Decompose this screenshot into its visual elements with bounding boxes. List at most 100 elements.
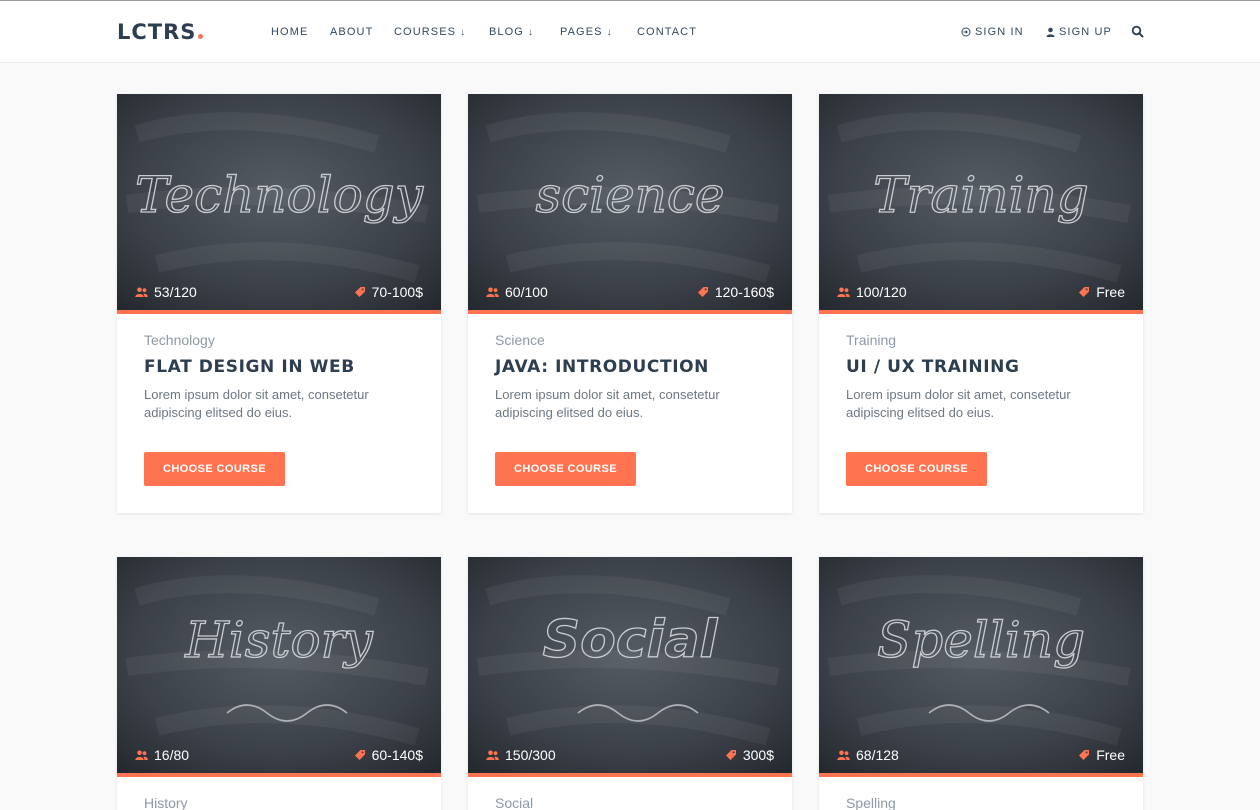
navbar: LCTRS HOME ABOUT COURSES ↓ BLOG ↓ PAGES ↓ C…	[0, 1, 1260, 63]
students-value: 60/100	[505, 284, 548, 300]
enrollment-count: 53/120	[135, 284, 197, 300]
students-icon	[486, 750, 499, 760]
board-word: History	[184, 611, 373, 669]
course-price: 60-140$	[354, 747, 423, 763]
course-description: Lorem ipsum dolor sit amet, consetetur a…	[495, 387, 720, 420]
nav-courses-label: COURSES	[394, 26, 457, 38]
sign-in-icon	[961, 27, 971, 37]
price-value: 70-100$	[371, 284, 423, 300]
choose-course-button[interactable]: CHOOSE COURSE	[846, 452, 987, 486]
course-image[interactable]: Spelling 68/128 Free	[819, 557, 1143, 777]
sign-in-label: SIGN IN	[975, 26, 1024, 38]
course-title[interactable]: FLAT DESIGN IN WEB	[144, 357, 414, 377]
enrollment-count: 68/128	[837, 747, 899, 763]
enrollment-count: 150/300	[486, 747, 556, 763]
board-word: Technology	[135, 166, 424, 224]
price-tag-icon	[1079, 287, 1090, 297]
choose-course-button[interactable]: CHOOSE COURSE	[144, 452, 285, 486]
price-tag-icon	[725, 750, 736, 760]
course-price: 70-100$	[354, 284, 423, 300]
chalkboard-image: Spelling	[819, 557, 1143, 773]
card-body: History	[117, 777, 441, 810]
sign-up-link[interactable]: SIGN UP	[1046, 26, 1112, 38]
course-card: Social 150/300 300$ Social	[468, 557, 792, 810]
course-category: Technology	[144, 332, 215, 348]
students-value: 53/120	[154, 284, 197, 300]
nav-home[interactable]: HOME	[271, 26, 308, 38]
students-value: 16/80	[154, 747, 190, 763]
course-card: History 16/80 60-140$ History	[117, 557, 441, 810]
students-icon	[135, 287, 148, 297]
course-card: Training 100/120 Free Training UI / UX T…	[819, 94, 1143, 513]
course-description: Lorem ipsum dolor sit amet, consetetur a…	[846, 387, 1071, 420]
nav-pages[interactable]: PAGES ↓	[560, 26, 613, 38]
course-image[interactable]: science 60/100 120-160$	[468, 94, 792, 314]
nav-blog[interactable]: BLOG ↓	[489, 26, 534, 38]
user-icon	[1046, 27, 1055, 37]
course-image[interactable]: History 16/80 60-140$	[117, 557, 441, 777]
course-title[interactable]: UI / UX TRAINING	[846, 357, 1116, 377]
nav-contact[interactable]: CONTACT	[637, 26, 697, 38]
chalkboard-image: science	[468, 94, 792, 310]
course-category: History	[144, 795, 188, 810]
students-value: 100/120	[856, 284, 907, 300]
price-value: Free	[1096, 284, 1125, 300]
price-value: 60-140$	[371, 747, 423, 763]
logo-text: LCTRS	[117, 20, 197, 44]
nav-blog-label: BLOG	[489, 26, 524, 38]
course-description: Lorem ipsum dolor sit amet, consetetur a…	[144, 387, 369, 420]
card-body: Technology FLAT DESIGN IN WEB Lorem ipsu…	[117, 314, 441, 513]
enrollment-count: 60/100	[486, 284, 548, 300]
students-value: 150/300	[505, 747, 556, 763]
course-card: science 60/100 120-160$ Science JAVA: IN…	[468, 94, 792, 513]
course-image[interactable]: Technology 53/120 70-100$	[117, 94, 441, 314]
course-image[interactable]: Social 150/300 300$	[468, 557, 792, 777]
chalkboard-image: Technology	[117, 94, 441, 310]
chalkboard-image: Training	[819, 94, 1143, 310]
arrow-down-icon: ↓	[606, 27, 613, 38]
enrollment-count: 16/80	[135, 747, 189, 763]
price-tag-icon	[697, 287, 708, 297]
course-category: Social	[495, 795, 534, 810]
course-category: Training	[846, 332, 897, 348]
students-icon	[837, 287, 850, 297]
course-image[interactable]: Training 100/120 Free	[819, 94, 1143, 314]
nav-pages-label: PAGES	[560, 26, 603, 38]
course-price: Free	[1078, 747, 1125, 763]
choose-course-button[interactable]: CHOOSE COURSE	[495, 452, 636, 486]
sign-up-label: SIGN UP	[1059, 26, 1112, 38]
card-body: Science JAVA: INTRODUCTION Lorem ipsum d…	[468, 314, 792, 513]
students-icon	[486, 287, 499, 297]
chalkboard-image: Social	[468, 557, 792, 773]
students-value: 68/128	[856, 747, 899, 763]
nav-about[interactable]: ABOUT	[330, 26, 373, 38]
price-value: 120-160$	[714, 284, 774, 300]
arrow-down-icon: ↓	[527, 27, 535, 38]
board-word: Spelling	[877, 611, 1085, 669]
nav-courses[interactable]: COURSES ↓	[394, 26, 466, 38]
arrow-down-icon: ↓	[460, 27, 467, 38]
logo-dot	[198, 34, 204, 39]
board-word: Social	[543, 610, 719, 670]
course-card: Technology 53/120 70-100$ Technology FLA…	[117, 94, 441, 513]
course-card: Spelling 68/128 Free Spelling	[819, 557, 1143, 810]
sign-in-link[interactable]: SIGN IN	[961, 26, 1024, 38]
board-word: Training	[873, 166, 1088, 224]
course-title[interactable]: JAVA: INTRODUCTION	[495, 357, 765, 377]
site-logo[interactable]: LCTRS	[117, 20, 204, 44]
card-body: Spelling	[819, 777, 1143, 810]
students-icon	[837, 750, 850, 760]
students-icon	[135, 750, 148, 760]
price-value: 300$	[742, 747, 774, 763]
course-category: Spelling	[846, 795, 896, 810]
price-tag-icon	[1079, 750, 1090, 760]
course-price: 120-160$	[697, 284, 774, 300]
card-body: Training UI / UX TRAINING Lorem ipsum do…	[819, 314, 1143, 513]
price-tag-icon	[354, 287, 365, 297]
price-tag-icon	[354, 750, 365, 760]
search-icon[interactable]	[1131, 25, 1145, 39]
price-value: Free	[1096, 747, 1125, 763]
enrollment-count: 100/120	[837, 284, 907, 300]
chalkboard-image: History	[117, 557, 441, 773]
card-body: Social	[468, 777, 792, 810]
